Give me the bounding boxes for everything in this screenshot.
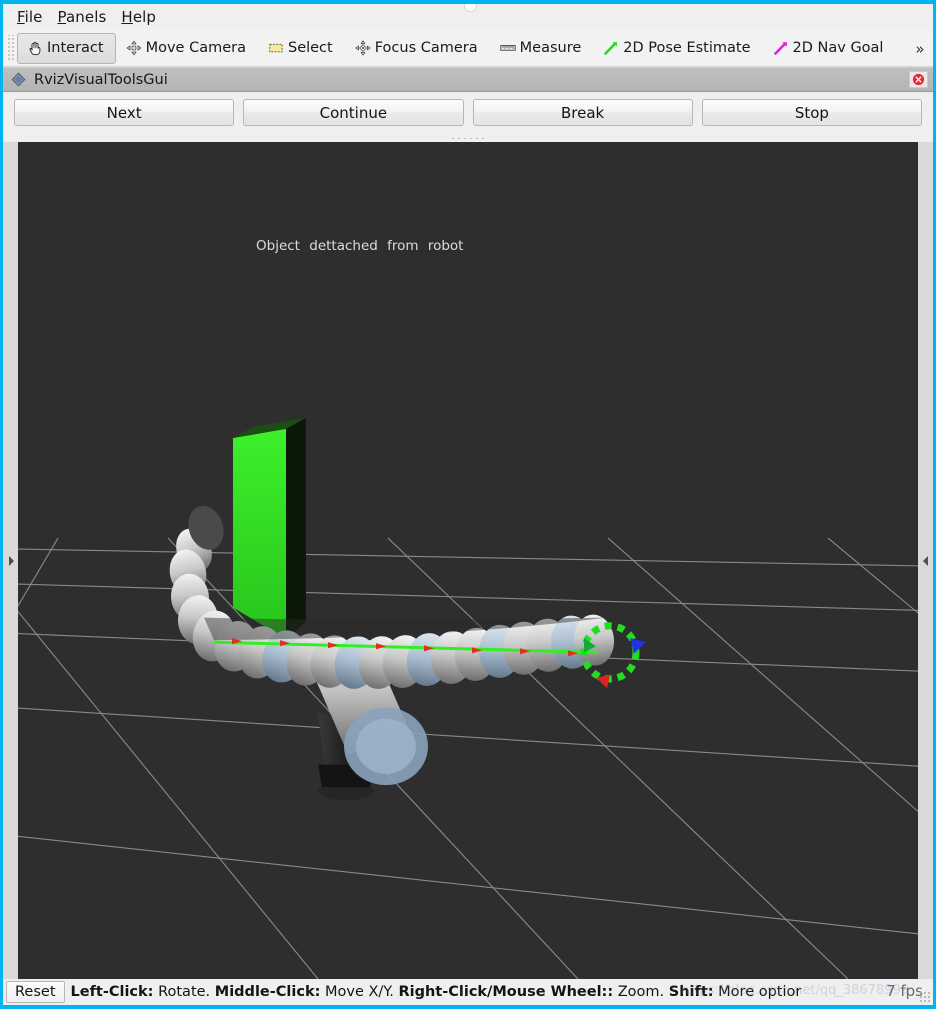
status-bar: Reset Left-Click: Rotate. Middle-Click: …	[3, 979, 933, 1005]
ruler-icon	[499, 39, 517, 57]
close-icon[interactable]	[909, 71, 928, 88]
robot-model	[169, 417, 646, 801]
select-rect-icon	[267, 39, 285, 57]
tool-move-camera-label: Move Camera	[145, 40, 246, 56]
splitter-grip	[450, 136, 486, 139]
visual-tools-button-row: Next Continue Break Stop	[3, 92, 933, 133]
render-area: Object dettached from robot	[3, 142, 933, 979]
expand-right-icon	[8, 555, 14, 566]
tool-2d-nav-goal-label: 2D Nav Goal	[792, 40, 884, 56]
tool-2d-nav-goal-button[interactable]: 2D Nav Goal	[763, 33, 896, 64]
fps-counter: 7 fps	[886, 982, 923, 1000]
tool-select-label: Select	[287, 40, 333, 56]
toolbar-overflow-button[interactable]: »	[909, 30, 931, 67]
tool-measure-button[interactable]: Measure	[490, 33, 594, 64]
mouse-help-text: Left-Click: Rotate. Middle-Click: Move X…	[70, 984, 802, 1000]
menu-item-help[interactable]: Help	[116, 6, 166, 28]
next-button[interactable]: Next	[14, 99, 235, 126]
attached-object-box	[233, 417, 306, 640]
menu-file-accel: F	[17, 8, 25, 26]
reset-button[interactable]: Reset	[6, 981, 65, 1003]
menu-item-panels[interactable]: Panels	[53, 6, 117, 28]
rviz-visual-tools-panel-header: RvizVisualToolsGui	[3, 67, 933, 92]
menu-panels-accel: P	[57, 8, 66, 26]
expand-left-icon	[922, 555, 928, 566]
hand-cursor-icon	[26, 39, 44, 57]
robot-articulated-arm	[169, 505, 615, 689]
continue-button[interactable]: Continue	[243, 99, 464, 126]
panel-title: RvizVisualToolsGui	[34, 71, 168, 88]
tool-interact-label: Interact	[47, 40, 104, 56]
break-button[interactable]: Break	[472, 99, 693, 126]
tool-bar: Interact Move Camera Select Focus Camera…	[3, 30, 933, 67]
magenta-arrow-icon	[772, 39, 790, 57]
right-dock-handle[interactable]	[918, 142, 933, 979]
stop-button[interactable]: Stop	[701, 99, 922, 126]
menu-item-file[interactable]: File	[12, 6, 53, 28]
rviz-diamond-icon	[9, 71, 27, 89]
tool-move-camera-button[interactable]: Move Camera	[116, 33, 258, 64]
menu-help-rest: elp	[132, 8, 157, 26]
focus-camera-icon	[354, 39, 372, 57]
move-camera-icon	[125, 39, 143, 57]
left-dock-handle[interactable]	[3, 142, 18, 979]
tool-2d-pose-estimate-button[interactable]: 2D Pose Estimate	[593, 33, 762, 64]
menu-file-rest: ile	[24, 8, 43, 26]
application-window: File Panels Help Interact Move Camera Se…	[0, 0, 936, 1009]
tool-focus-camera-button[interactable]: Focus Camera	[345, 33, 490, 64]
tool-focus-camera-label: Focus Camera	[374, 40, 478, 56]
resize-grip[interactable]	[919, 991, 932, 1004]
tool-2d-pose-estimate-label: 2D Pose Estimate	[623, 40, 751, 56]
toolbar-drag-grip[interactable]	[6, 35, 15, 61]
menu-panels-rest: anels	[66, 8, 107, 26]
green-arrow-icon	[602, 39, 620, 57]
rviz-main-window: File Panels Help Interact Move Camera Se…	[3, 4, 933, 1005]
tool-measure-label: Measure	[519, 40, 582, 56]
menu-help-accel: H	[121, 8, 133, 26]
3d-viewport[interactable]: Object dettached from robot	[18, 142, 918, 979]
panel-splitter[interactable]	[3, 133, 933, 142]
tool-select-button[interactable]: Select	[258, 33, 345, 64]
tool-interact-button[interactable]: Interact	[17, 32, 116, 64]
